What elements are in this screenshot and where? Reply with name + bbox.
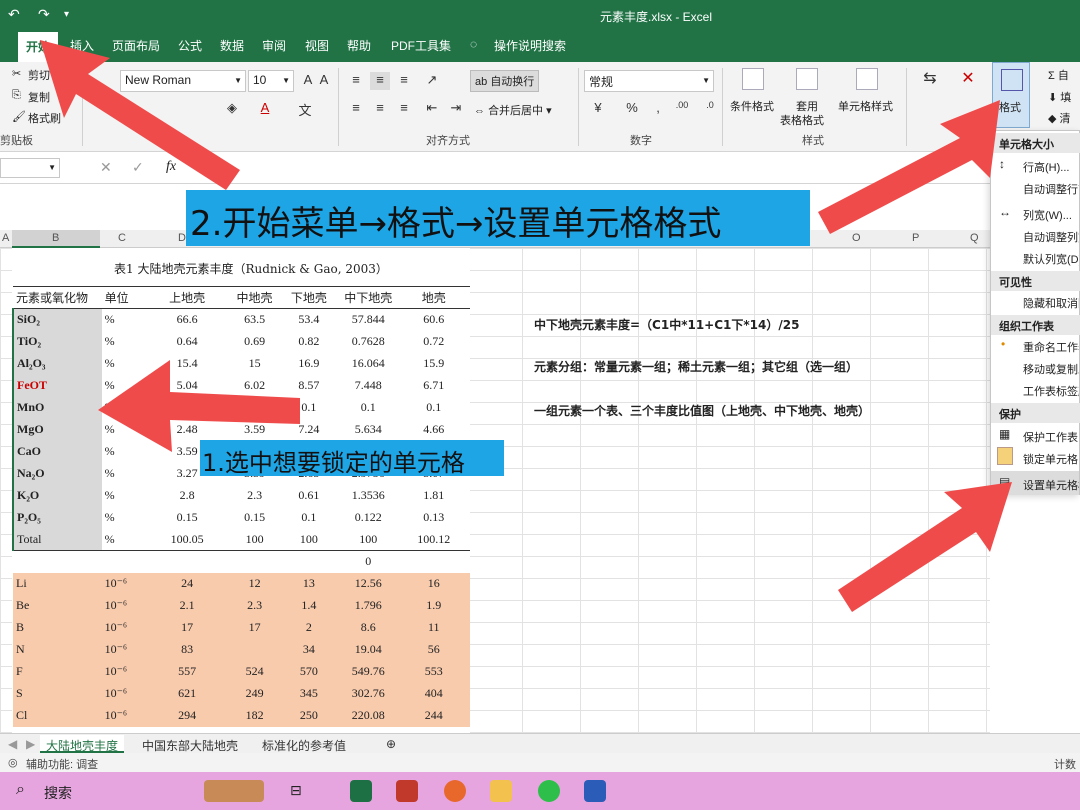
count-status: 计数	[1054, 759, 1076, 771]
sheet-tab[interactable]: 标准化的参考值	[256, 735, 352, 753]
add-sheet-icon[interactable]: ⊕	[380, 735, 402, 753]
accessibility-icon: ◎	[8, 757, 18, 769]
taskbar: ⌕ 搜索 ⊟	[0, 772, 1080, 810]
taskbar-search[interactable]: 搜索	[44, 783, 72, 803]
word-icon[interactable]	[584, 780, 606, 802]
sheet-tab-bar: ◀ ▶ 大陆地壳丰度 中国东部大陆地壳 标准化的参考值 ⊕	[0, 733, 1080, 753]
excel-icon[interactable]	[350, 780, 372, 802]
sheet-tab[interactable]: 中国东部大陆地壳	[136, 735, 244, 753]
wechat-icon[interactable]	[538, 780, 560, 802]
app-z-icon[interactable]	[396, 780, 418, 802]
arrow-to-format-button	[818, 100, 1000, 234]
firefox-icon[interactable]	[444, 780, 466, 802]
search-icon[interactable]: ⌕	[16, 781, 25, 799]
task-view-icon[interactable]: ⊟	[290, 782, 302, 799]
arrow-to-selected-cells	[98, 360, 300, 452]
status-bar: ◎ 辅助功能: 调查 计数	[0, 753, 1080, 772]
arrow-to-format-cells	[838, 482, 1012, 612]
sheet-tab[interactable]: 大陆地壳丰度	[40, 735, 125, 753]
file-explorer-icon[interactable]	[490, 780, 512, 802]
next-sheet-icon[interactable]: ▶	[20, 735, 41, 753]
arrow-to-home-tab	[40, 40, 240, 190]
castle-widget-icon[interactable]	[204, 780, 264, 802]
accessibility-status[interactable]: 辅助功能: 调查	[26, 756, 98, 772]
annotation-arrows	[40, 40, 1012, 612]
